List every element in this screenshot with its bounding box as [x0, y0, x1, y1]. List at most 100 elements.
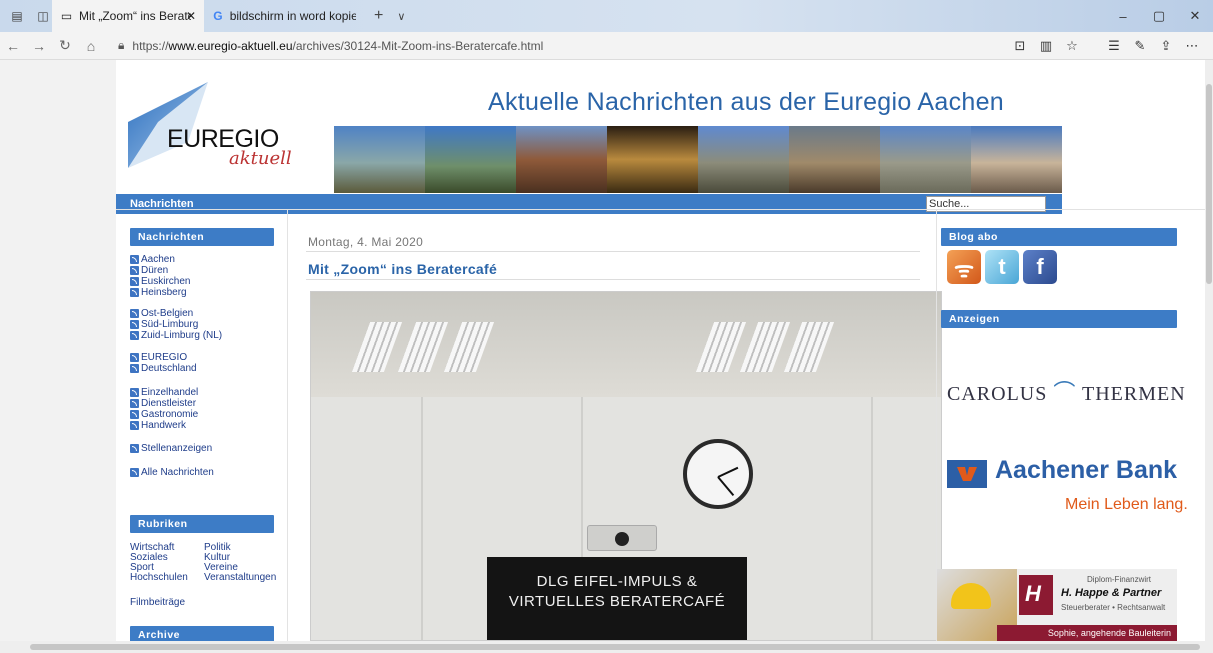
- rss-icon: [130, 410, 139, 419]
- screen-line-2: VIRTUELLES BERATERCAFÉ: [508, 593, 726, 610]
- link-einzelhandel[interactable]: Einzelhandel: [130, 387, 198, 398]
- close-tab-icon[interactable]: ✕: [186, 9, 196, 23]
- post-title[interactable]: Mit „Zoom“ ins Beratercafé: [308, 261, 497, 277]
- header-photo-strip: [334, 126, 1062, 193]
- link-stellenanzeigen[interactable]: Stellenanzeigen: [130, 443, 212, 454]
- page-content: EUREGIO aktuell Aktuelle Nachrichten aus…: [116, 60, 1205, 641]
- facebook-icon[interactable]: f: [1023, 250, 1057, 284]
- browser-tab-bar: ▤ ◫ ▭ Mit „Zoom“ ins Beraterc ✕ G bildsc…: [0, 0, 1213, 32]
- title-divider: [306, 279, 920, 280]
- site-header: EUREGIO aktuell Aktuelle Nachrichten aus…: [116, 68, 1062, 214]
- rss-icon: [130, 277, 139, 286]
- link-filmbeitraege[interactable]: Filmbeiträge: [130, 598, 185, 608]
- page-viewport: EUREGIO aktuell Aktuelle Nachrichten aus…: [0, 60, 1205, 641]
- twitter-icon[interactable]: t: [985, 250, 1019, 284]
- address-bar: ← → ↻ ⌂ 🔒︎ https://www.euregio-aktuell.e…: [0, 32, 1213, 60]
- right-sidebar: Blog abo ᯤ t f Anzeigen CAROLUS ⌒ THERME…: [936, 210, 1205, 641]
- happe-logo-icon: H: [1019, 575, 1053, 615]
- link-gastronomie[interactable]: Gastronomie: [130, 409, 198, 420]
- rss-icon: [130, 388, 139, 397]
- blog-abo-heading: Blog abo: [941, 228, 1177, 246]
- share-icon[interactable]: ⇪: [1153, 38, 1179, 54]
- volksbank-logo-icon: [947, 460, 987, 488]
- refresh-icon[interactable]: ↻: [52, 37, 78, 54]
- logo-script: aktuell: [229, 148, 292, 169]
- site-title: Aktuelle Nachrichten aus der Euregio Aac…: [488, 88, 1004, 116]
- link-euregio[interactable]: EUREGIO: [130, 352, 187, 363]
- rss-icon: [130, 421, 139, 430]
- minimize-icon[interactable]: –: [1105, 0, 1141, 32]
- link-sued-limburg[interactable]: Süd-Limburg: [130, 319, 198, 330]
- maximize-icon[interactable]: ▢: [1141, 0, 1177, 32]
- carolus-logo-icon: ⌒: [1053, 380, 1077, 405]
- lock-icon: 🔒︎: [118, 38, 125, 52]
- more-icon[interactable]: ⋯: [1179, 38, 1205, 54]
- new-tab-icon[interactable]: +: [374, 7, 383, 25]
- pen-icon[interactable]: ✎: [1127, 38, 1153, 54]
- toolbar-icons: ⊡ ▥ ☆ ☰ ✎ ⇪ ⋯: [1007, 32, 1205, 60]
- tab-google[interactable]: G bildschirm in word kopieren: [204, 0, 364, 32]
- rss-icon: [130, 309, 139, 318]
- close-window-icon[interactable]: ✕: [1177, 0, 1213, 32]
- hardhat-icon: [951, 583, 991, 609]
- rss-icon: [130, 266, 139, 275]
- link-alle-nachrichten[interactable]: Alle Nachrichten: [130, 467, 214, 478]
- forward-icon[interactable]: →: [26, 38, 52, 54]
- date-divider: [306, 251, 920, 252]
- link-dienstleister[interactable]: Dienstleister: [130, 398, 196, 409]
- horizontal-scroll-thumb[interactable]: [30, 644, 1200, 650]
- link-heinsberg[interactable]: Heinsberg: [130, 287, 187, 298]
- rss-icon: [130, 255, 139, 264]
- post-photo[interactable]: DLG EIFEL-IMPULS & VIRTUELLES BERATERCAF…: [310, 291, 942, 641]
- webcam-icon: [587, 525, 657, 551]
- rubrik-veranstaltungen[interactable]: Veranstaltungen: [204, 573, 276, 583]
- photo-screen: DLG EIFEL-IMPULS & VIRTUELLES BERATERCAF…: [487, 557, 747, 640]
- favorites-list-icon[interactable]: ☰: [1101, 38, 1127, 54]
- tab-euregio[interactable]: ▭ Mit „Zoom“ ins Beraterc ✕: [52, 0, 204, 32]
- reading-view-icon[interactable]: ▥: [1033, 38, 1059, 54]
- photo-ceiling: [311, 292, 941, 397]
- nachrichten-heading: Nachrichten: [130, 228, 274, 246]
- rss-icon: [130, 364, 139, 373]
- url-field[interactable]: 🔒︎ https://www.euregio-aktuell.eu/archiv…: [118, 38, 958, 53]
- reading-icon[interactable]: ⊡: [1007, 38, 1033, 54]
- bank-slogan: Mein Leben lang.: [1065, 496, 1188, 513]
- bank-name: Aachener Bank: [995, 456, 1178, 484]
- rss-icon: [130, 288, 139, 297]
- link-ost-belgien[interactable]: Ost-Belgien: [130, 308, 193, 319]
- rss-icon: [130, 353, 139, 362]
- link-deutschland[interactable]: Deutschland: [130, 363, 197, 374]
- horizontal-scrollbar[interactable]: [0, 641, 1213, 653]
- vertical-scroll-thumb[interactable]: [1206, 84, 1212, 284]
- tab-actions-icon[interactable]: ▤: [8, 7, 26, 25]
- rubrik-hochschulen[interactable]: Hochschulen: [130, 573, 188, 583]
- google-favicon-icon: G: [213, 9, 223, 23]
- home-icon[interactable]: ⌂: [78, 38, 104, 54]
- rss-feed-icon[interactable]: ᯤ: [947, 250, 981, 284]
- favorite-star-icon[interactable]: ☆: [1059, 38, 1085, 54]
- set-aside-tabs-icon[interactable]: ◫: [34, 7, 52, 25]
- ad-carolus-thermen[interactable]: CAROLUS ⌒ THERMEN: [947, 375, 1186, 407]
- back-icon[interactable]: ←: [0, 38, 26, 54]
- rss-icon: [130, 331, 139, 340]
- rubriken-heading: Rubriken: [130, 515, 274, 533]
- window-controls: – ▢ ✕: [1105, 0, 1213, 32]
- link-zuid-limburg[interactable]: Zuid-Limburg (NL): [130, 330, 222, 341]
- archive-heading: Archive: [130, 626, 274, 641]
- post-date: Montag, 4. Mai 2020: [308, 235, 424, 249]
- rss-icon: [130, 468, 139, 477]
- anzeigen-heading: Anzeigen: [941, 310, 1177, 328]
- link-aachen[interactable]: Aachen: [130, 254, 175, 265]
- tab-preview-chevron-icon[interactable]: ∨: [397, 10, 405, 23]
- left-sidebar: Nachrichten Aachen Düren Euskirchen Hein…: [116, 210, 288, 641]
- link-dueren[interactable]: Düren: [130, 265, 168, 276]
- vertical-scrollbar[interactable]: [1205, 60, 1213, 641]
- page-favicon-icon: ▭: [60, 9, 73, 23]
- rss-icon: [130, 320, 139, 329]
- ad-happe-partner[interactable]: H Diplom-Finanzwirt H. Happe & Partner S…: [937, 569, 1177, 641]
- rss-icon: [130, 444, 139, 453]
- screen-line-1: DLG EIFEL-IMPULS &: [536, 573, 698, 590]
- link-handwerk[interactable]: Handwerk: [130, 420, 186, 431]
- link-euskirchen[interactable]: Euskirchen: [130, 276, 190, 287]
- clock-icon: [683, 439, 753, 509]
